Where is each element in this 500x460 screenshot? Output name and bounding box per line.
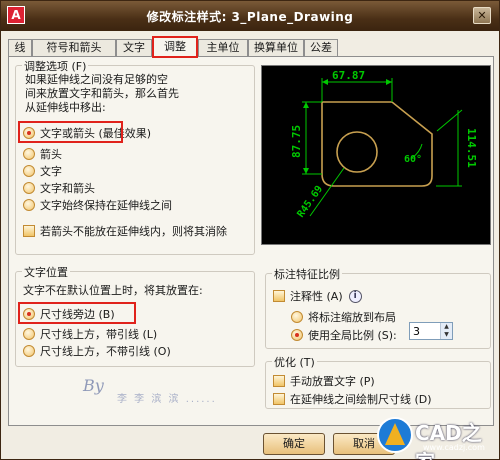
tab-text[interactable]: 文字 [116, 39, 152, 57]
ok-button[interactable]: 确定 [263, 433, 325, 455]
cad-home-logo: CAD之家 www.cadzj.com [375, 415, 497, 460]
preview-dim-radius: R45.69 [295, 184, 325, 220]
checkbox-box [273, 393, 285, 405]
checkbox-box [273, 375, 285, 387]
suppress-arrows-checkbox[interactable]: 若箭头不能放在延伸线内，则将其消除 [23, 223, 227, 239]
global-scale-stepper[interactable]: ▲ ▼ [409, 322, 453, 340]
stepper-up-icon[interactable]: ▲ [441, 323, 452, 331]
dimension-style-dialog: A 修改标注样式: 3_Plane_Drawing ✕ 线 符号和箭头 文字 调… [0, 0, 500, 460]
checkbox-label: 手动放置文字 (P) [290, 375, 375, 388]
cad-logo-icon [377, 417, 413, 453]
radio-dot [291, 311, 303, 323]
radio-over-with-leader[interactable]: 尺寸线上方，带引线 (L) [23, 326, 157, 342]
radio-label: 文字和箭头 [40, 182, 95, 195]
radio-keep-text-between[interactable]: 文字始终保持在延伸线之间 [23, 197, 172, 213]
manual-place-text-checkbox[interactable]: 手动放置文字 (P) [273, 373, 375, 389]
stepper-down-icon[interactable]: ▼ [441, 331, 452, 339]
stepper-arrows[interactable]: ▲ ▼ [440, 323, 452, 339]
draw-dim-line-checkbox[interactable]: 在延伸线之间绘制尺寸线 (D) [273, 391, 432, 407]
preview-pane: 67.87 87.75 114.51 60° R45.69 [261, 65, 491, 245]
radio-over-without-leader[interactable]: 尺寸线上方，不带引线 (O) [23, 343, 171, 359]
radio-text-and-arrows[interactable]: 文字和箭头 [23, 180, 95, 196]
radio-text[interactable]: 文字 [23, 163, 62, 179]
radio-label: 使用全局比例 (S): [308, 329, 397, 342]
global-scale-input[interactable] [410, 323, 440, 339]
radio-dot [23, 165, 35, 177]
title-bar: A 修改标注样式: 3_Plane_Drawing ✕ [1, 1, 499, 31]
radio-label: 尺寸线上方，不带引线 (O) [40, 345, 171, 358]
checkbox-box [23, 225, 35, 237]
radio-label: 尺寸线上方，带引线 (L) [40, 328, 158, 341]
highlight-box-placement [18, 302, 136, 324]
author-watermark: By [83, 376, 104, 395]
radio-dot [291, 329, 303, 341]
close-button[interactable]: ✕ [473, 7, 491, 24]
tab-primary-units[interactable]: 主单位 [198, 39, 248, 57]
preview-dim-horizontal: 67.87 [332, 69, 365, 82]
preview-dim-right: 114.51 [465, 128, 478, 168]
preview-dim-angle: 60° [404, 154, 422, 165]
fit-options-title: 调整选项 (F) [22, 58, 89, 74]
checkbox-label: 在延伸线之间绘制尺寸线 (D) [290, 393, 432, 406]
preview-shape-hole [336, 131, 378, 173]
finetune-title: 优化 (T) [272, 354, 317, 370]
radio-global-scale[interactable]: 使用全局比例 (S): [291, 327, 397, 343]
tab-symbols-arrows[interactable]: 符号和箭头 [32, 39, 116, 57]
radio-arrows[interactable]: 箭头 [23, 146, 62, 162]
cad-logo-text: CAD之家 [415, 421, 482, 460]
checkbox-label: 若箭头不能放在延伸线内，则将其消除 [40, 225, 227, 238]
radio-label: 将标注缩放到布局 [308, 311, 396, 324]
radio-dot [23, 182, 35, 194]
window-title: 修改标注样式: 3_Plane_Drawing [146, 10, 354, 24]
author-watermark-sub: 李 李 滨 滨 ...... [117, 394, 217, 405]
radio-dot [23, 148, 35, 160]
tab-fit[interactable]: 调整 [152, 36, 198, 58]
tab-tolerances[interactable]: 公差 [304, 39, 338, 57]
fit-description-line-1: 如果延伸线之间没有足够的空 [25, 73, 168, 86]
text-placement-description: 文字不在默认位置上时，将其放置在: [23, 284, 203, 297]
checkbox-box [273, 290, 285, 302]
radio-scale-to-layout[interactable]: 将标注缩放到布局 [291, 309, 396, 325]
tab-lines[interactable]: 线 [8, 39, 32, 57]
radio-dot [23, 345, 35, 357]
radio-label: 文字 [40, 165, 62, 178]
preview-dim-vertical: 87.75 [290, 125, 303, 158]
radio-label: 箭头 [40, 148, 62, 161]
info-icon[interactable]: i [348, 289, 362, 303]
tab-alternate-units[interactable]: 换算单位 [248, 39, 304, 57]
cad-logo-url: www.cadzj.com [423, 443, 485, 452]
fit-description-line-2: 间来放置文字和箭头，那么首先 [25, 87, 179, 100]
annotative-checkbox[interactable]: 注释性 (A) i [273, 288, 362, 304]
scale-title: 标注特征比例 [272, 266, 342, 282]
highlight-box-fit [18, 121, 123, 143]
fit-description-line-3: 从延伸线中移出: [25, 101, 106, 114]
text-placement-title: 文字位置 [22, 264, 70, 280]
preview-drawing: 67.87 87.75 114.51 60° R45.69 [290, 69, 478, 220]
tab-strip: 线 符号和箭头 文字 调整 主单位 换算单位 公差 [8, 36, 494, 58]
radio-dot [23, 199, 35, 211]
checkbox-label: 注释性 (A) [290, 290, 343, 303]
radio-dot [23, 328, 35, 340]
radio-label: 文字始终保持在延伸线之间 [40, 199, 172, 212]
